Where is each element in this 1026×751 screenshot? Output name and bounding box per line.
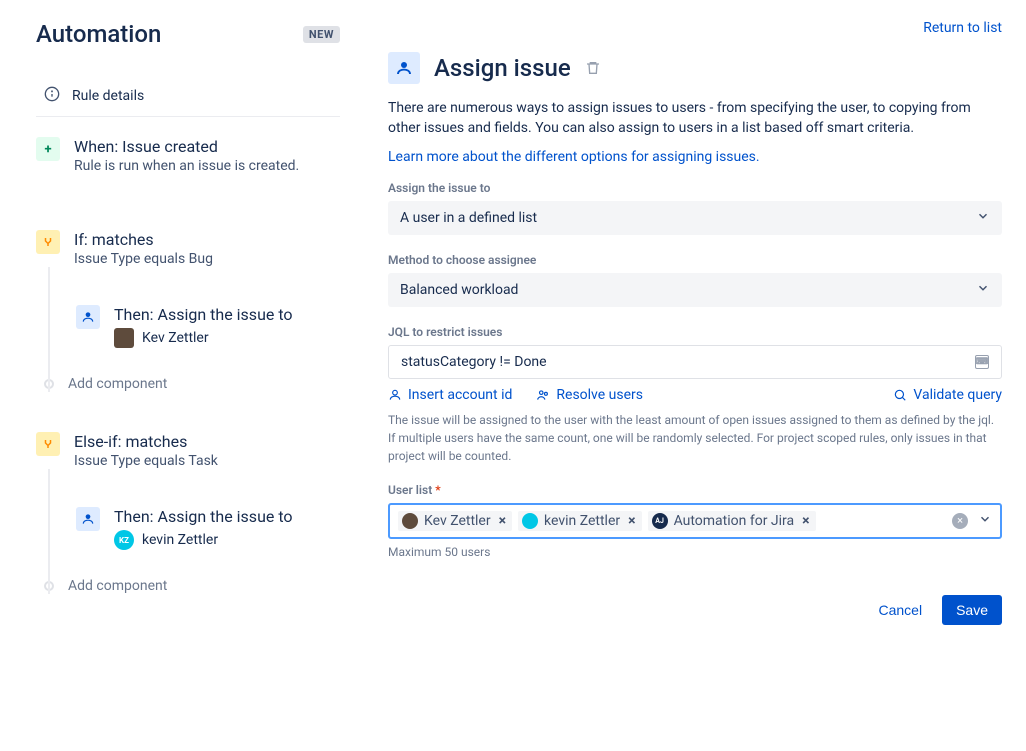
user-chip: kevin Zettler × — [518, 511, 642, 531]
jql-label: JQL to restrict issues — [388, 325, 1002, 339]
remove-chip-icon[interactable]: × — [800, 513, 811, 529]
info-icon — [44, 86, 60, 106]
then-title-1: Then: Assign the issue to — [114, 305, 340, 324]
jql-value: statusCategory != Done — [401, 354, 547, 370]
learn-more-link[interactable]: Learn more about the different options f… — [388, 149, 760, 165]
assign-icon — [76, 507, 100, 531]
avatar — [114, 328, 134, 348]
chip-label: kevin Zettler — [544, 513, 620, 529]
save-button[interactable]: Save — [942, 595, 1002, 625]
add-component-1[interactable]: Add component — [76, 376, 340, 392]
rule-builder-sidebar: Automation NEW Rule details + When: Issu… — [0, 0, 352, 751]
jql-help-text: The issue will be assigned to the user w… — [388, 411, 1002, 465]
resolve-users-label: Resolve users — [556, 387, 643, 403]
add-component-label: Add component — [68, 376, 167, 392]
validate-query-label: Validate query — [913, 387, 1002, 403]
resolve-users-link[interactable]: Resolve users — [536, 387, 643, 403]
elseif-title: Else-if: matches — [74, 432, 340, 451]
trigger-subtitle: Rule is run when an issue is created. — [74, 158, 340, 174]
user-chip: AJ Automation for Jira × — [648, 511, 816, 531]
branch-icon — [36, 432, 60, 456]
branch-icon — [36, 230, 60, 254]
chip-label: Automation for Jira — [674, 513, 795, 529]
method-value: Balanced workload — [400, 282, 518, 298]
new-badge: NEW — [303, 26, 340, 43]
if-condition-step[interactable]: If: matches Issue Type equals Bug — [36, 230, 340, 275]
elseif-subtitle: Issue Type equals Task — [74, 453, 340, 469]
method-label: Method to choose assignee — [388, 253, 1002, 267]
cancel-button[interactable]: Cancel — [878, 602, 922, 618]
avatar — [402, 513, 418, 529]
assignee-name-1: Kev Zettler — [142, 330, 209, 346]
assign-to-label: Assign the issue to — [388, 181, 1002, 195]
keyboard-icon: ⌨ — [975, 355, 989, 369]
add-component-2[interactable]: Add component — [76, 578, 340, 594]
plus-icon: + — [36, 137, 60, 161]
assign-to-select[interactable]: A user in a defined list — [388, 201, 1002, 235]
add-component-label: Add component — [68, 578, 167, 594]
then-action-step-2[interactable]: Then: Assign the issue to KZ kevin Zettl… — [76, 507, 340, 558]
remove-chip-icon[interactable]: × — [497, 513, 508, 529]
panel-title: Assign issue — [434, 54, 571, 82]
chevron-down-icon — [976, 209, 990, 227]
trigger-title: When: Issue created — [74, 137, 340, 156]
clear-all-icon[interactable]: × — [952, 513, 968, 529]
insert-account-id-link[interactable]: Insert account id — [388, 387, 512, 403]
assign-icon — [76, 305, 100, 329]
then-title-2: Then: Assign the issue to — [114, 507, 340, 526]
user-chip: Kev Zettler × — [398, 511, 512, 531]
delete-icon[interactable] — [585, 60, 601, 76]
insert-account-label: Insert account id — [408, 387, 512, 403]
assign-issue-icon — [388, 52, 420, 84]
avatar: KZ — [114, 530, 134, 550]
assign-to-value: A user in a defined list — [400, 210, 537, 226]
rule-details-label: Rule details — [72, 88, 144, 104]
chip-label: Kev Zettler — [424, 513, 491, 529]
action-config-panel: Assign issue There are numerous ways to … — [352, 0, 1026, 751]
panel-description: There are numerous ways to assign issues… — [388, 98, 1002, 139]
if-title: If: matches — [74, 230, 340, 249]
validate-query-link[interactable]: Validate query — [893, 387, 1002, 403]
chevron-down-icon[interactable] — [978, 512, 992, 530]
avatar: AJ — [652, 513, 668, 529]
avatar — [522, 513, 538, 529]
max-users-hint: Maximum 50 users — [388, 545, 1002, 559]
rule-details-row[interactable]: Rule details — [36, 76, 340, 117]
if-subtitle: Issue Type equals Bug — [74, 251, 340, 267]
add-dot-icon — [44, 379, 54, 389]
trigger-step[interactable]: + When: Issue created Rule is run when a… — [36, 137, 340, 182]
assignee-name-2: kevin Zettler — [142, 532, 218, 548]
method-select[interactable]: Balanced workload — [388, 273, 1002, 307]
chevron-down-icon — [976, 281, 990, 299]
elseif-condition-step[interactable]: Else-if: matches Issue Type equals Task — [36, 432, 340, 477]
page-title: Automation — [36, 20, 161, 48]
then-action-step-1[interactable]: Then: Assign the issue to Kev Zettler — [76, 305, 340, 356]
add-dot-icon — [44, 581, 54, 591]
user-list-multiselect[interactable]: Kev Zettler × kevin Zettler × AJ Automat… — [388, 503, 1002, 539]
user-list-label: User list * — [388, 483, 1002, 497]
remove-chip-icon[interactable]: × — [626, 513, 637, 529]
jql-input[interactable]: statusCategory != Done ⌨ — [388, 345, 1002, 379]
